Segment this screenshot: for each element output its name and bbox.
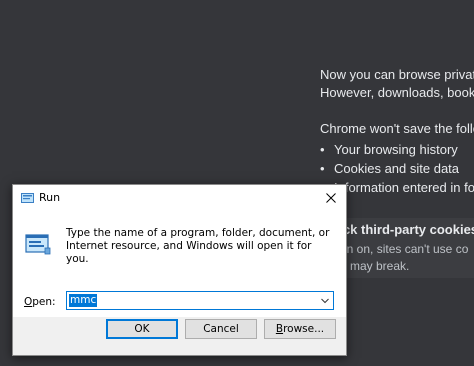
incognito-wont-save: Chrome won't save the follo bbox=[320, 121, 474, 136]
run-description: Type the name of a program, folder, docu… bbox=[66, 227, 330, 265]
open-combobox[interactable]: mmc bbox=[66, 291, 334, 310]
list-item: Your browsing history bbox=[320, 140, 474, 159]
close-button[interactable] bbox=[316, 185, 346, 211]
run-titlebar[interactable]: Run bbox=[13, 185, 346, 211]
browse-button[interactable]: Browse... bbox=[264, 319, 336, 339]
run-body: Type the name of a program, folder, docu… bbox=[13, 211, 346, 317]
close-icon bbox=[326, 193, 336, 203]
browse-label-rest: rowse... bbox=[283, 323, 325, 335]
list-item: Cookies and site data bbox=[320, 159, 474, 178]
open-input[interactable]: mmc bbox=[69, 294, 98, 307]
desktop-screen: Now you can browse privately However, do… bbox=[0, 0, 474, 366]
incognito-intro-line1: Now you can browse privately bbox=[320, 67, 474, 82]
incognito-intro-line2: However, downloads, bookma bbox=[320, 85, 474, 100]
run-dialog: Run Type the name of a program, folder, … bbox=[12, 184, 347, 356]
run-app-icon bbox=[21, 192, 34, 204]
open-label: Open: bbox=[24, 296, 56, 308]
run-title: Run bbox=[39, 191, 61, 204]
run-program-icon bbox=[25, 231, 51, 257]
chevron-down-icon[interactable] bbox=[320, 296, 330, 306]
open-label-rest: pen: bbox=[32, 296, 56, 308]
incognito-intro: Now you can browse privately However, do… bbox=[320, 66, 474, 102]
ok-button[interactable]: OK bbox=[106, 319, 178, 339]
browse-label-key: B bbox=[275, 323, 284, 335]
cancel-button[interactable]: Cancel bbox=[185, 319, 257, 339]
